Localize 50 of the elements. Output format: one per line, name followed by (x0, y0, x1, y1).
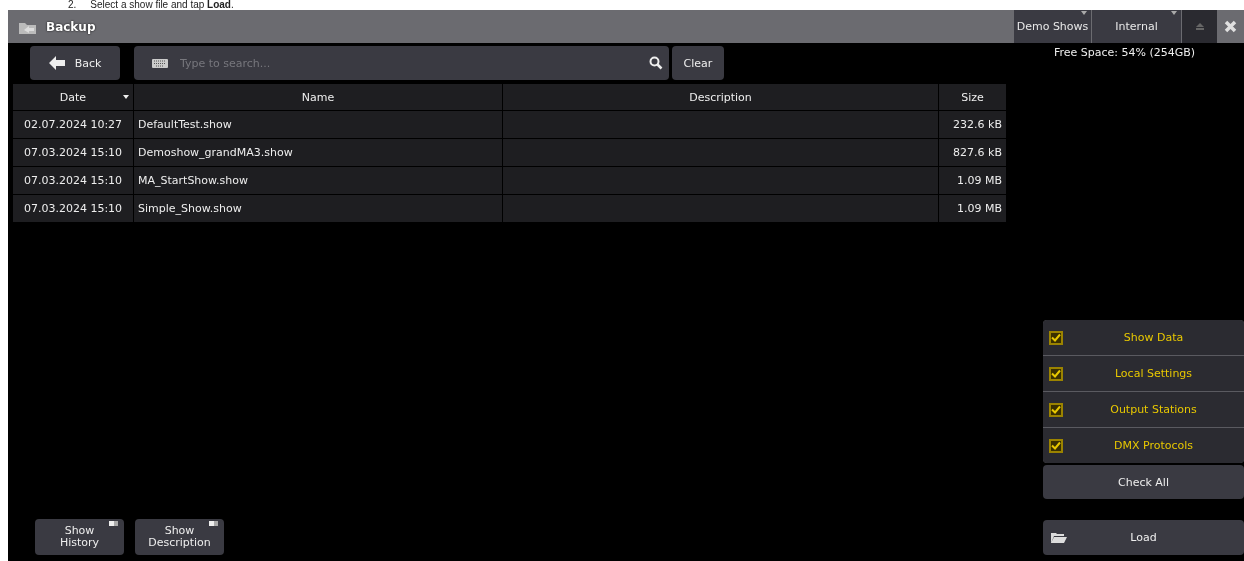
table-cell: 1.09 MB (939, 167, 1006, 194)
step-number: 2. (68, 0, 77, 10)
check-all-button[interactable]: Check All (1043, 465, 1244, 499)
table-cell: 07.03.2024 15:10 (13, 195, 133, 222)
table-cell: DefaultTest.show (134, 111, 502, 138)
option-checkbox[interactable]: Show Data (1043, 320, 1244, 355)
checkbox[interactable] (1049, 330, 1063, 345)
free-space-label: Free Space: 54% (254GB) (1054, 46, 1197, 59)
caret-icon (1171, 11, 1177, 15)
table-cell: 1.09 MB (939, 195, 1006, 222)
column-header[interactable]: Description (503, 84, 938, 110)
option-checkbox[interactable]: Output Stations (1043, 392, 1244, 427)
table-cell: 02.07.2024 10:27 (13, 111, 133, 138)
toggle-button[interactable]: Show History (35, 519, 124, 555)
search-icon (649, 56, 663, 70)
close-icon (1224, 20, 1237, 33)
checkbox[interactable] (1049, 402, 1063, 417)
folder-icon (1051, 532, 1067, 543)
arrow-left-icon (48, 56, 65, 70)
back-button[interactable]: Back (30, 46, 120, 80)
eject-button[interactable] (1182, 10, 1217, 43)
keyboard-icon (152, 58, 168, 68)
instruction-text: Select a show file and tap Load. (90, 0, 234, 10)
option-checkbox[interactable]: Local Settings (1043, 356, 1244, 391)
table-cell: Demoshow_grandMA3.show (134, 139, 502, 166)
toggle-button[interactable]: Show Description (135, 519, 224, 555)
toggle-indicator-icon (109, 521, 118, 526)
table-cell: MA_StartShow.show (134, 167, 502, 194)
checkbox[interactable] (1049, 366, 1063, 381)
column-header[interactable]: Size (939, 84, 1006, 110)
column-header[interactable]: Name (134, 84, 502, 110)
sort-caret-icon (123, 95, 129, 99)
table-cell: Simple_Show.show (134, 195, 502, 222)
table-cell: 07.03.2024 15:10 (13, 139, 133, 166)
load-button[interactable]: Load (1043, 520, 1244, 555)
checkbox[interactable] (1049, 438, 1063, 453)
column-header[interactable]: Date (13, 84, 133, 110)
drive-tab[interactable]: Demo Shows (1014, 10, 1092, 43)
option-checkbox[interactable]: DMX Protocols (1043, 428, 1244, 463)
drive-tab[interactable]: Internal (1092, 10, 1182, 43)
search-field[interactable]: Type to search... (134, 46, 669, 80)
table-cell: 232.6 kB (939, 111, 1006, 138)
window-title: Backup (46, 19, 96, 34)
clear-button[interactable]: Clear (672, 46, 724, 80)
search-input[interactable]: Type to search... (178, 55, 639, 71)
table-cell: 827.6 kB (939, 139, 1006, 166)
eject-icon (1195, 23, 1204, 30)
table-cell: 07.03.2024 15:10 (13, 167, 133, 194)
toggle-indicator-icon (209, 521, 218, 526)
caret-icon (1081, 11, 1087, 15)
